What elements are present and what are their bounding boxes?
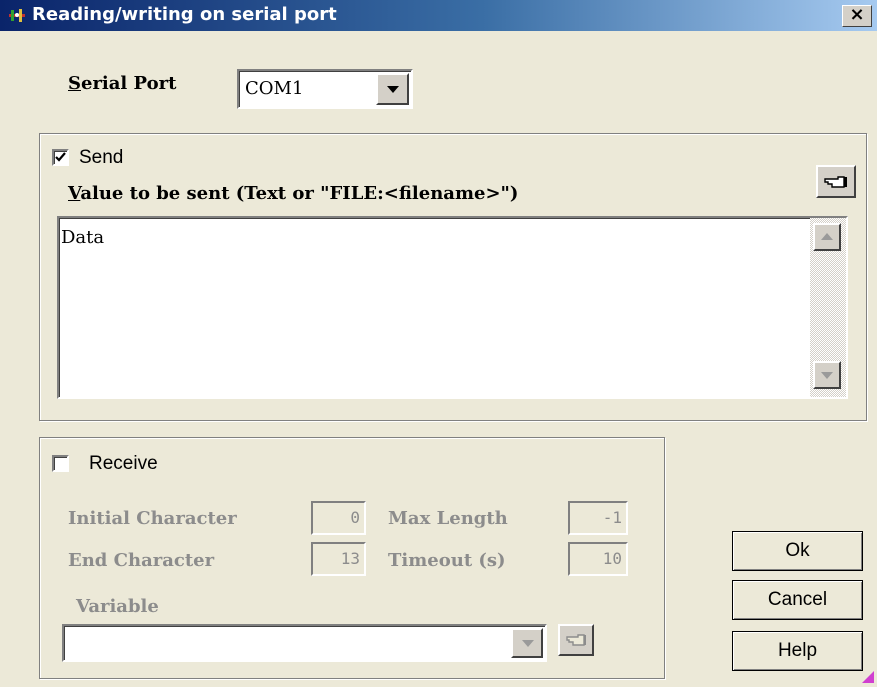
receive-checkbox[interactable] bbox=[52, 455, 69, 472]
end-character-label: End Character bbox=[68, 550, 215, 571]
value-to-send-textarea[interactable]: Data bbox=[57, 216, 848, 399]
initial-character-field[interactable]: 0 bbox=[311, 501, 366, 535]
pointing-hand-icon bbox=[566, 634, 586, 646]
chevron-down-icon bbox=[387, 86, 399, 93]
serial-port-label: Serial Port bbox=[68, 73, 176, 94]
close-icon: × bbox=[849, 4, 865, 25]
variable-label: Variable bbox=[76, 596, 159, 617]
chevron-down-icon bbox=[522, 640, 534, 647]
scroll-up-button[interactable] bbox=[813, 223, 841, 251]
cancel-button[interactable]: Cancel bbox=[732, 580, 863, 620]
timeout-field[interactable]: 10 bbox=[568, 542, 628, 576]
arrow-up-icon bbox=[821, 233, 833, 240]
max-length-label: Max Length bbox=[388, 508, 508, 529]
value-to-send-label: Value to be sent (Text or "FILE:<filenam… bbox=[68, 183, 518, 204]
arrow-down-icon bbox=[821, 372, 833, 379]
serial-port-label-text: erial Port bbox=[81, 73, 177, 94]
initial-character-label: Initial Character bbox=[68, 508, 237, 529]
serial-port-label-mnemonic: S bbox=[68, 73, 81, 94]
pick-variable-button[interactable] bbox=[558, 624, 594, 656]
value-to-send-text: Data bbox=[61, 227, 105, 248]
serial-port-dropdown-button[interactable] bbox=[376, 73, 409, 105]
help-button[interactable]: Help bbox=[732, 631, 863, 671]
scroll-down-button[interactable] bbox=[813, 361, 841, 389]
pointing-hand-icon bbox=[824, 176, 847, 188]
ok-button[interactable]: Ok bbox=[732, 531, 863, 571]
resize-grip[interactable] bbox=[862, 668, 874, 683]
pick-file-button[interactable] bbox=[816, 165, 856, 198]
resize-grip-icon bbox=[862, 671, 874, 683]
variable-dropdown-button[interactable] bbox=[511, 628, 543, 658]
max-length-field[interactable]: -1 bbox=[568, 501, 628, 535]
serial-port-value: COM1 bbox=[245, 78, 304, 99]
checkmark-icon bbox=[55, 152, 66, 162]
value-to-send-label-mnemonic: V bbox=[68, 183, 81, 204]
value-to-send-label-text: alue to be sent (Text or "FILE:<filename… bbox=[80, 183, 519, 204]
receive-checkbox-label: Receive bbox=[89, 453, 158, 474]
timeout-label: Timeout (s) bbox=[388, 550, 506, 571]
serial-port-app-icon bbox=[9, 9, 25, 22]
send-checkbox-label: Send bbox=[79, 147, 124, 168]
window-title: Reading/writing on serial port bbox=[32, 4, 337, 25]
end-character-field[interactable]: 13 bbox=[311, 542, 366, 576]
vertical-scrollbar[interactable] bbox=[810, 218, 846, 397]
send-checkbox[interactable] bbox=[52, 149, 69, 166]
serial-port-select[interactable]: COM1 bbox=[237, 69, 413, 109]
variable-select[interactable] bbox=[62, 624, 547, 662]
close-button[interactable]: × bbox=[842, 5, 872, 27]
